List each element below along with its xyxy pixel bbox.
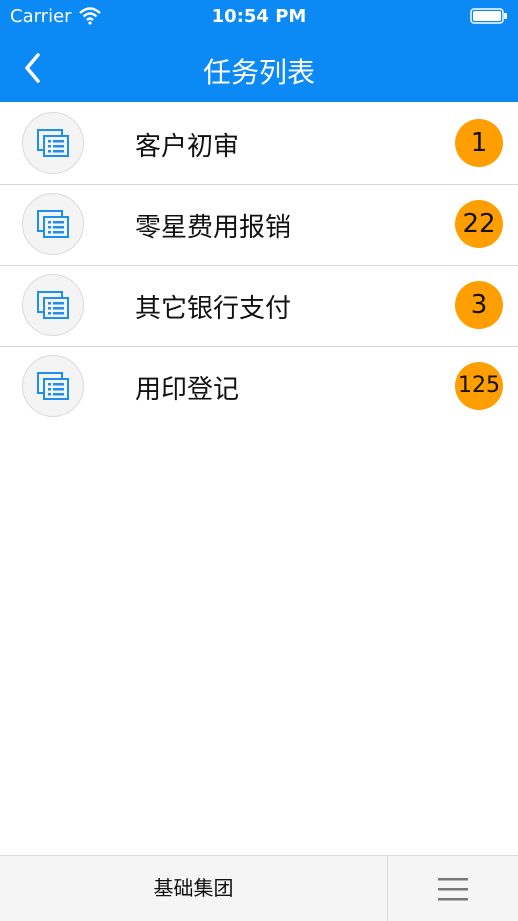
task-icon-circle: [22, 355, 84, 417]
task-label: 客户初审: [135, 132, 240, 162]
menu-button[interactable]: [388, 856, 518, 921]
task-row[interactable]: 客户初审 1: [0, 104, 518, 184]
hamburger-menu-icon: [438, 878, 468, 901]
app-header: Carrier 10:54 PM 任务列表: [0, 0, 518, 102]
task-count-badge: 125: [455, 362, 503, 410]
status-time: 10:54 PM: [211, 6, 307, 27]
task-label: 零星费用报销: [135, 213, 292, 243]
task-row[interactable]: 用印登记 125: [0, 346, 518, 427]
company-tab[interactable]: 基础集团: [0, 856, 387, 921]
document-list-icon: [37, 291, 69, 319]
status-bar: Carrier 10:54 PM: [0, 0, 518, 34]
task-count-badge: 1: [455, 119, 503, 167]
page-title: 任务列表: [202, 56, 315, 89]
battery-icon: [470, 8, 507, 24]
task-label: 其它银行支付: [135, 294, 292, 324]
task-label: 用印登记: [135, 375, 240, 405]
bottom-bar: 基础集团: [0, 855, 518, 921]
document-list-icon: [37, 129, 69, 157]
task-icon-circle: [22, 193, 84, 255]
nav-bar: 任务列表: [0, 34, 518, 102]
task-row[interactable]: 零星费用报销 22: [0, 184, 518, 265]
task-icon-circle: [22, 274, 84, 336]
task-icon-circle: [22, 112, 84, 174]
task-count-badge: 3: [455, 281, 503, 329]
document-list-icon: [37, 372, 69, 400]
task-row[interactable]: 其它银行支付 3: [0, 265, 518, 346]
task-count-badge: 22: [455, 200, 503, 248]
task-list: 客户初审 1 零星费用报销 22 其它银行支付 3 用印登记 125: [0, 104, 518, 427]
document-list-icon: [37, 210, 69, 238]
